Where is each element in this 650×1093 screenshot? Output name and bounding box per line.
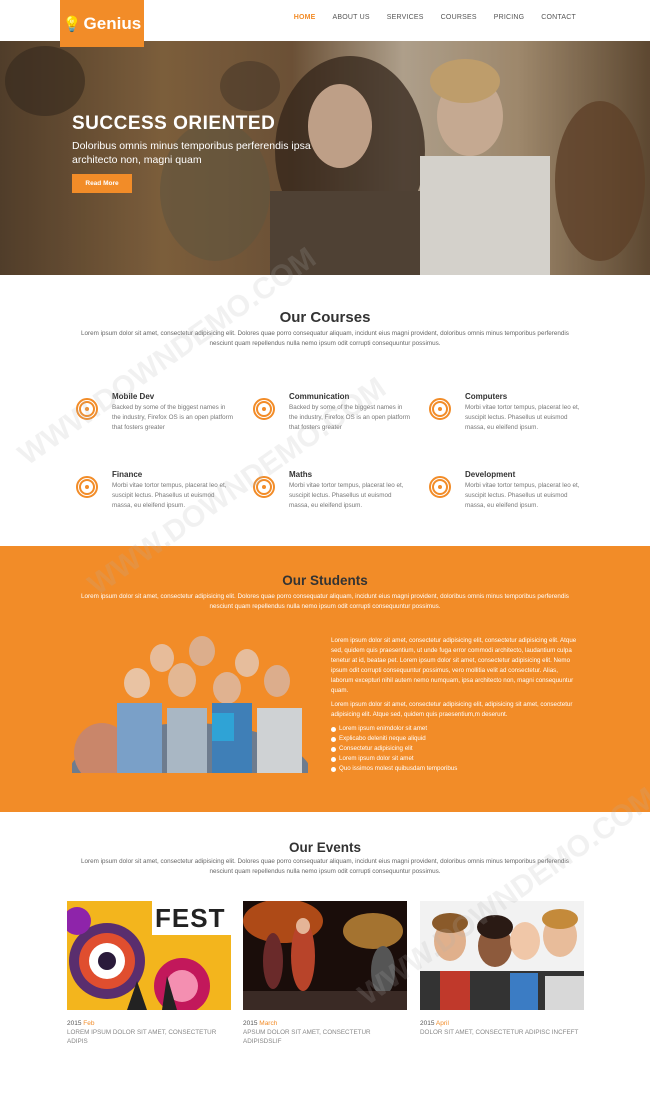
event-date: 2015 March bbox=[243, 1020, 278, 1027]
list-item: Lorem ipsum enimdolor sit amet bbox=[331, 724, 579, 734]
course-card-computers[interactable]: Computers Morbi vitae tortor tempus, pla… bbox=[429, 392, 599, 452]
students-text: Lorem ipsum dolor sit amet, consectetur … bbox=[331, 636, 579, 774]
courses-description: Lorem ipsum dolor sit amet, consectetur … bbox=[81, 330, 569, 347]
fest-poster-text: FEST bbox=[155, 903, 226, 933]
course-title: Finance bbox=[112, 470, 143, 479]
hero-banner: SUCCESS ORIENTED Doloribus omnis minus t… bbox=[0, 41, 650, 275]
event-date: 2015 April bbox=[420, 1020, 449, 1027]
students-group-photo bbox=[72, 633, 308, 773]
course-text: Backed by some of the biggest names in t… bbox=[289, 404, 410, 431]
event-card-1[interactable]: FEST 2015 Feb LOREM IPSUM DOLOR SIT AMET… bbox=[67, 901, 231, 1046]
events-description: Lorem ipsum dolor sit amet, consectetur … bbox=[81, 858, 569, 875]
check-circle-icon bbox=[331, 746, 336, 752]
target-icon bbox=[253, 398, 275, 420]
check-circle-icon bbox=[331, 726, 336, 732]
list-item: Quo issimos molest quibusdam temporibus bbox=[331, 764, 579, 774]
students-section: Our Students Lorem ipsum dolor sit amet,… bbox=[0, 546, 650, 812]
check-circle-icon bbox=[331, 756, 336, 762]
list-item: Consectetur adipisicing elit bbox=[331, 744, 579, 754]
event-card-2[interactable]: 2015 March APSUM DOLOR SIT AMET, CONSECT… bbox=[243, 901, 407, 1046]
event-caption: LOREM IPSUM DOLOR SIT AMET, CONSECTETUR … bbox=[67, 1029, 217, 1045]
event-caption: DOLOR SIT AMET, CONSECTETUR ADIPISC INCF… bbox=[420, 1029, 579, 1036]
check-circle-icon bbox=[331, 766, 336, 772]
course-card-communication[interactable]: Communication Backed by some of the bigg… bbox=[253, 392, 423, 452]
nav-pricing[interactable]: PRICING bbox=[494, 14, 525, 21]
students-paragraph-2: Lorem ipsum dolor sit amet, consectetur … bbox=[331, 701, 573, 718]
nav-about-us[interactable]: ABOUT US bbox=[333, 14, 370, 21]
students-title: Our Students bbox=[282, 573, 368, 588]
main-nav: HOME ABOUT US SERVICES COURSES PRICING C… bbox=[277, 14, 576, 21]
course-text: Morbi vitae tortor tempus, placerat leo … bbox=[112, 482, 227, 509]
nav-home[interactable]: HOME bbox=[294, 14, 316, 21]
brand-logo[interactable]: 💡 Genius bbox=[60, 0, 144, 47]
course-title: Maths bbox=[289, 470, 313, 479]
course-title: Mobile Dev bbox=[112, 392, 155, 401]
course-text: Morbi vitae tortor tempus, placerat leo … bbox=[289, 482, 404, 509]
course-card-finance[interactable]: Finance Morbi vitae tortor tempus, place… bbox=[76, 470, 246, 530]
target-icon bbox=[253, 476, 275, 498]
hero-subtitle: Doloribus omnis minus temporibus perfere… bbox=[72, 140, 311, 166]
courses-title: Our Courses bbox=[279, 309, 371, 326]
course-card-development[interactable]: Development Morbi vitae tortor tempus, p… bbox=[429, 470, 599, 530]
event-image-students[interactable] bbox=[420, 901, 584, 1010]
target-icon bbox=[429, 476, 451, 498]
target-icon bbox=[429, 398, 451, 420]
hero-title: SUCCESS ORIENTED bbox=[72, 113, 276, 134]
list-item: Explicabo deleniti neque aliquid bbox=[331, 734, 579, 744]
students-paragraph-1: Lorem ipsum dolor sit amet, consectetur … bbox=[331, 637, 577, 694]
check-circle-icon bbox=[331, 736, 336, 742]
event-card-3[interactable]: 2015 April DOLOR SIT AMET, CONSECTETUR A… bbox=[420, 901, 584, 1037]
brand-name: Genius bbox=[83, 13, 142, 33]
read-more-button[interactable]: Read More bbox=[72, 174, 132, 193]
event-date: 2015 Feb bbox=[67, 1020, 95, 1027]
list-item: Lorem ipsum dolor sit amet bbox=[331, 754, 579, 764]
target-icon bbox=[76, 476, 98, 498]
top-navbar: 💡 Genius HOME ABOUT US SERVICES COURSES … bbox=[0, 0, 650, 47]
target-icon bbox=[76, 398, 98, 420]
nav-courses[interactable]: COURSES bbox=[441, 14, 477, 21]
event-caption: APSUM DOLOR SIT AMET, CONSECTETUR ADIPIS… bbox=[243, 1029, 371, 1045]
nav-services[interactable]: SERVICES bbox=[387, 14, 424, 21]
course-text: Morbi vitae tortor tempus, placerat leo … bbox=[465, 482, 580, 509]
events-title: Our Events bbox=[288, 840, 362, 855]
course-title: Communication bbox=[289, 392, 350, 401]
students-description: Lorem ipsum dolor sit amet, consectetur … bbox=[81, 593, 569, 610]
course-title: Computers bbox=[465, 392, 508, 401]
course-text: Morbi vitae tortor tempus, placerat leo … bbox=[465, 404, 580, 431]
students-checklist: Lorem ipsum enimdolor sit amet Explicabo… bbox=[331, 724, 579, 774]
event-image-fest[interactable]: FEST bbox=[67, 901, 231, 1010]
course-card-maths[interactable]: Maths Morbi vitae tortor tempus, placera… bbox=[253, 470, 423, 530]
page: 💡 Genius HOME ABOUT US SERVICES COURSES … bbox=[0, 0, 650, 1093]
event-image-concert[interactable] bbox=[243, 901, 407, 1010]
lightbulb-icon: 💡 bbox=[62, 15, 82, 33]
nav-contact[interactable]: CONTACT bbox=[541, 14, 576, 21]
course-text: Backed by some of the biggest names in t… bbox=[112, 404, 233, 431]
course-card-mobile-dev[interactable]: Mobile Dev Backed by some of the biggest… bbox=[76, 392, 246, 452]
course-title: Development bbox=[465, 470, 516, 479]
